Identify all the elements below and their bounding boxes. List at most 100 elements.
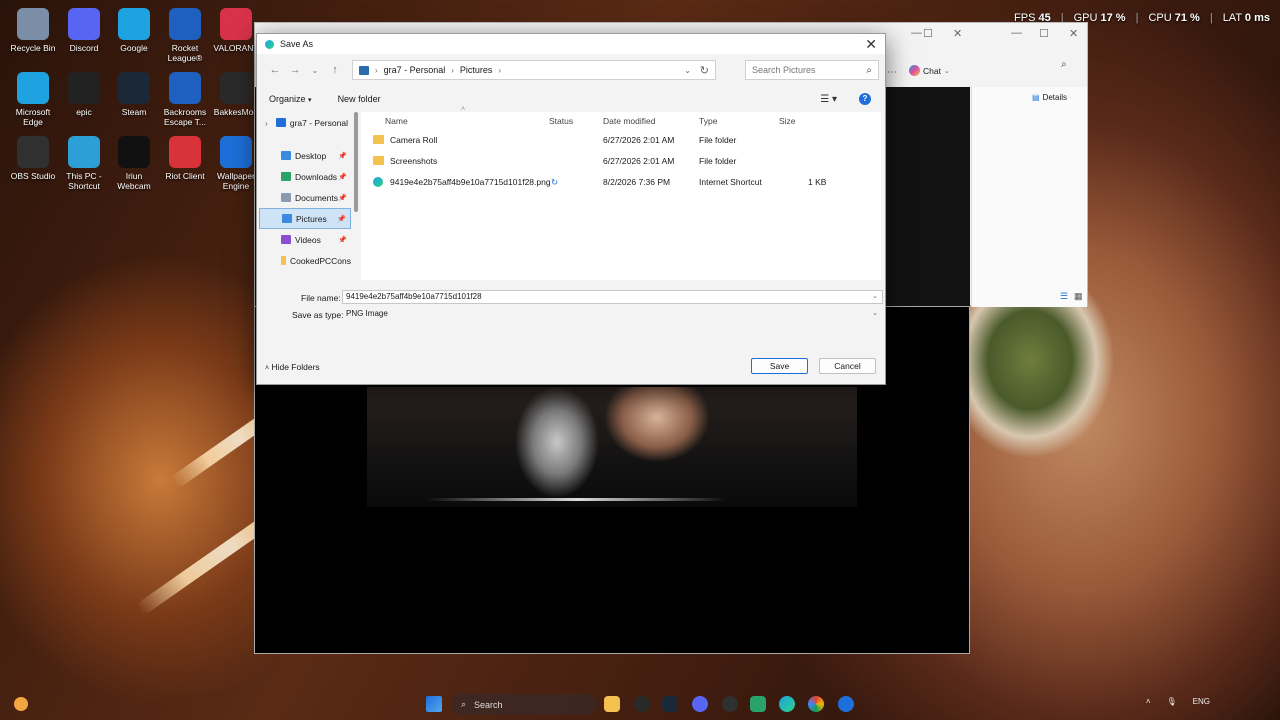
desktop-icon[interactable]: Discord — [59, 8, 109, 53]
search-box[interactable]: Search Pictures ⌕ — [745, 60, 879, 80]
desktop-icon[interactable]: Steam — [109, 72, 159, 117]
search-icon[interactable]: ⌕ — [1061, 59, 1067, 70]
folder-icon — [373, 156, 384, 165]
photo-preview — [367, 387, 857, 507]
details-button[interactable]: ▤ Details — [1032, 93, 1067, 102]
column-header-status[interactable]: Status — [549, 116, 573, 126]
refresh-icon[interactable]: ↻ — [700, 64, 709, 77]
tiles-view-icon[interactable]: ▦ — [1074, 291, 1083, 302]
column-header-size[interactable]: Size — [779, 116, 796, 126]
desktop-icon[interactable]: Rocket League® — [160, 8, 210, 63]
save-button[interactable]: Save — [751, 358, 808, 374]
chrome-icon[interactable] — [808, 696, 824, 712]
taskbar: ⌕ Search ˄ 🎙 ENG — [0, 688, 1280, 720]
edge-icon[interactable] — [779, 696, 795, 712]
app-icon[interactable] — [750, 696, 766, 712]
nav-item[interactable]: Documents 📌 — [259, 187, 351, 208]
cancel-button[interactable]: Cancel — [819, 358, 876, 374]
organize-button[interactable]: Organize ▾ — [269, 94, 312, 104]
save-type-select[interactable]: PNG Image ⌄ — [342, 307, 883, 321]
forward-arrow-icon[interactable]: → — [285, 64, 305, 76]
document-icon — [281, 193, 291, 202]
up-arrow-icon[interactable]: ↑ — [325, 64, 345, 76]
nav-item[interactable]: › gra7 - Personal — [259, 112, 351, 133]
wallpaper-engine-icon — [220, 136, 252, 168]
edge-icon — [17, 72, 49, 104]
breadcrumb-item[interactable]: Pictures — [460, 65, 493, 75]
help-icon[interactable]: ? — [859, 93, 871, 105]
search-icon[interactable]: ⌕ — [866, 65, 872, 76]
maximize-icon[interactable]: ☐ — [923, 27, 933, 40]
nav-item[interactable]: Pictures 📌 — [259, 208, 351, 229]
minimize-icon[interactable]: — — [1011, 27, 1022, 39]
file-row[interactable]: 9419e4e2b75aff4b9e10a7715d101f28.png 8/2/… — [361, 172, 881, 192]
rocket-league-icon — [169, 8, 201, 40]
back-arrow-icon[interactable]: ← — [265, 64, 285, 76]
steam-icon — [118, 72, 150, 104]
chevron-right-icon: › — [451, 65, 454, 75]
nav-item-label: Documents — [295, 192, 338, 203]
discord-icon[interactable] — [692, 696, 708, 712]
desktop-icon[interactable]: This PC - Shortcut — [59, 136, 109, 191]
nav-item[interactable]: Desktop 📌 — [259, 145, 351, 166]
desktop-icon[interactable]: Backrooms Escape T... — [160, 72, 210, 127]
desktop-icon[interactable]: epic — [59, 72, 109, 117]
desktop-icon-label: Iriun Webcam — [117, 171, 151, 191]
pictures-icon — [282, 214, 292, 223]
nav-item[interactable]: Downloads 📌 — [259, 166, 351, 187]
view-options-icon[interactable]: ☰ ▾ — [820, 94, 837, 105]
desktop-icon[interactable]: Iriun Webcam — [109, 136, 159, 191]
recent-locations-icon[interactable]: ⌄ — [305, 66, 325, 75]
file-name-label: File name: — [301, 293, 341, 303]
navpane-scrollbar[interactable] — [354, 112, 358, 212]
desktop-icon[interactable]: OBS Studio — [8, 136, 58, 181]
search-input[interactable]: Search Pictures — [752, 65, 816, 75]
nav-item[interactable]: Videos 📌 — [259, 229, 351, 250]
address-bar[interactable]: › gra7 - Personal › Pictures › ⌄ ↻ — [352, 60, 716, 80]
obs-icon[interactable] — [722, 696, 738, 712]
nav-item-label: Videos — [295, 234, 321, 245]
desktop-icon[interactable]: Recycle Bin — [8, 8, 58, 53]
chevron-down-icon[interactable]: ⌄ — [872, 291, 878, 303]
file-name-field[interactable]: 9419e4e2b75aff4b9e10a7715d101f28 ⌄ — [342, 290, 883, 304]
minimize-icon[interactable]: — — [911, 27, 922, 39]
desktop-icon[interactable]: Microsoft Edge — [8, 72, 58, 127]
list-view-icon[interactable]: ☰ — [1060, 291, 1068, 302]
dialog-titlebar: Save As ✕ — [257, 34, 885, 54]
desktop-icon[interactable]: Google — [109, 8, 159, 53]
column-header-name[interactable]: Name — [385, 116, 408, 126]
close-button[interactable]: ✕ — [865, 36, 877, 53]
weather-icon[interactable] — [14, 697, 28, 711]
new-folder-button[interactable]: New folder — [338, 94, 381, 104]
maximize-icon[interactable]: ☐ — [1039, 27, 1049, 40]
more-icon[interactable]: ⋯ — [887, 67, 897, 78]
chevron-right-icon[interactable]: › — [265, 118, 268, 128]
settings-icon[interactable] — [634, 696, 650, 712]
language-indicator[interactable]: ENG — [1193, 697, 1210, 706]
column-header-date[interactable]: Date modified — [603, 116, 655, 126]
breadcrumb-item[interactable]: gra7 - Personal — [384, 65, 446, 75]
chat-button[interactable]: Chat ⌄ — [909, 65, 950, 76]
microphone-icon[interactable]: 🎙 — [1167, 697, 1177, 706]
close-icon[interactable]: ✕ — [953, 27, 962, 40]
column-header-type[interactable]: Type — [699, 116, 717, 126]
file-row[interactable]: Screenshots 6/27/2026 2:01 AM File folder — [361, 151, 881, 171]
taskbar-search[interactable]: ⌕ Search — [451, 694, 597, 715]
chevron-down-icon: ▾ — [308, 97, 312, 104]
chevron-up-icon[interactable]: ˄ — [1146, 697, 1151, 706]
chevron-down-icon[interactable]: ⌄ — [684, 66, 691, 75]
file-row[interactable]: Camera Roll 6/27/2026 2:01 AM File folder — [361, 130, 881, 150]
save-as-dialog[interactable]: Save As ✕ ← → ⌄ ↑ › gra7 - Personal › Pi… — [256, 33, 886, 385]
edge-icon — [373, 177, 383, 187]
nav-item[interactable]: CookedPCCons — [259, 250, 351, 271]
hide-folders-button[interactable]: ˄ Hide Folders — [265, 362, 320, 372]
chevron-down-icon[interactable]: ⌄ — [872, 308, 878, 320]
file-date: 8/2/2026 7:36 PM — [603, 177, 671, 187]
start-icon[interactable] — [426, 696, 442, 712]
nav-item-label: CookedPCCons — [290, 255, 351, 266]
close-icon[interactable]: ✕ — [1069, 27, 1078, 40]
wallpaper-engine-icon[interactable] — [838, 696, 854, 712]
desktop-icon[interactable]: Riot Client — [160, 136, 210, 181]
file-explorer-icon[interactable] — [604, 696, 620, 712]
steam-icon[interactable] — [662, 696, 678, 712]
